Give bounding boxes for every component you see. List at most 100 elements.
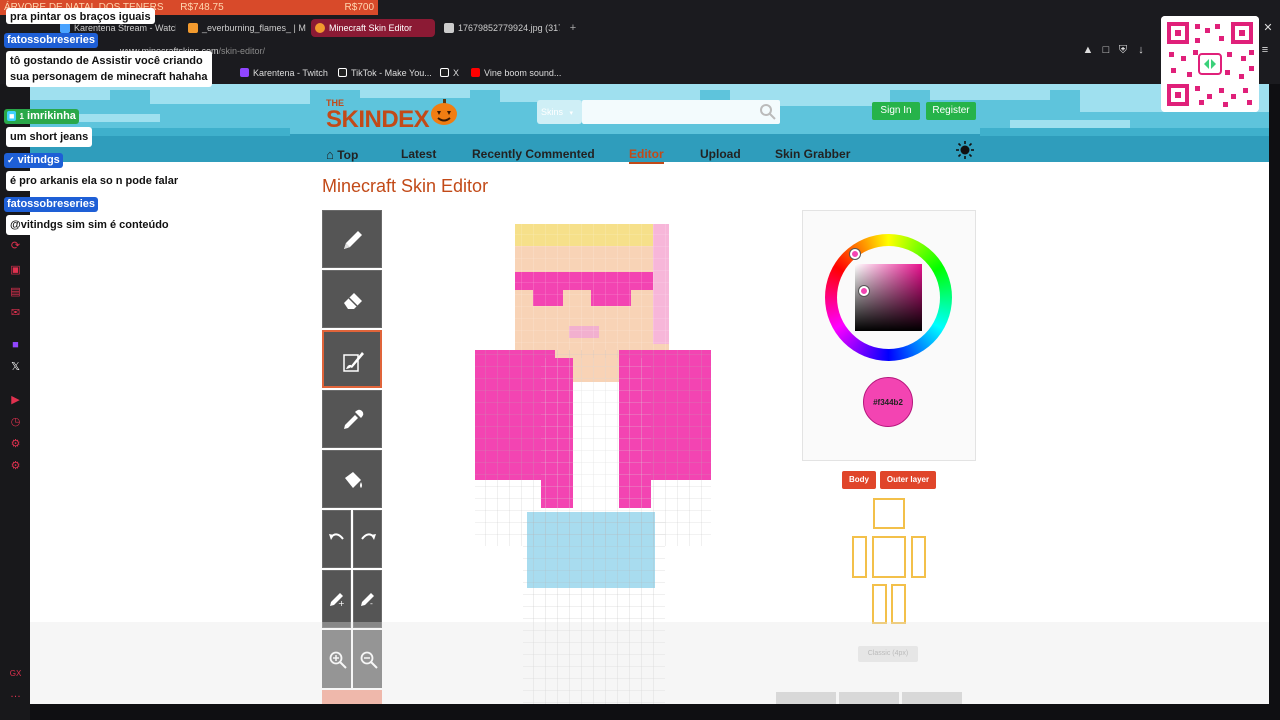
zoom-in-button[interactable] bbox=[322, 630, 351, 688]
verified-badge-icon: ✓ bbox=[7, 155, 15, 165]
redo-button[interactable] bbox=[353, 510, 382, 568]
body-part-torso[interactable] bbox=[872, 536, 906, 578]
chat-username: fatossobreseries bbox=[4, 197, 99, 212]
current-color-swatch[interactable]: #f344b2 bbox=[863, 377, 913, 427]
nav-label: Top bbox=[337, 148, 359, 162]
bookmark-x[interactable]: X bbox=[440, 66, 459, 80]
eyedropper-tool-button[interactable] bbox=[322, 390, 382, 448]
sidebar-mail-icon[interactable]: ✉ bbox=[9, 307, 22, 320]
bookmark-tiktok[interactable]: TikTok - Make You... bbox=[338, 66, 432, 80]
bottom-tool-button-2[interactable] bbox=[839, 692, 899, 704]
theme-toggle-sun-icon[interactable] bbox=[956, 141, 974, 159]
pencil-tool-button[interactable] bbox=[322, 210, 382, 268]
search-icon[interactable] bbox=[759, 103, 777, 121]
qr-code bbox=[1161, 16, 1259, 112]
chat-username-row: ✓ vitindgs bbox=[4, 153, 63, 168]
redo-icon bbox=[361, 533, 376, 540]
saturation-value-square[interactable] bbox=[855, 264, 922, 331]
chat-username: imrikinha bbox=[27, 110, 76, 122]
body-part-left-leg[interactable] bbox=[891, 584, 906, 624]
darken-button[interactable]: - bbox=[353, 570, 382, 628]
lighten-button[interactable]: + bbox=[322, 570, 351, 628]
tab-label: 17679852779924.jpg (317 bbox=[458, 23, 560, 33]
eyedropper-icon bbox=[344, 409, 364, 429]
body-part-right-arm[interactable] bbox=[852, 536, 867, 578]
brush-tool-button[interactable] bbox=[322, 330, 382, 388]
color-picker-panel: #f344b2 bbox=[802, 210, 976, 461]
pencil-icon bbox=[344, 231, 362, 249]
pin-icon[interactable]: ▲ bbox=[1082, 44, 1094, 56]
menu-icon[interactable]: ≡ bbox=[1259, 44, 1271, 56]
model-select[interactable]: Classic (4px) bbox=[858, 646, 918, 662]
skin-3d-preview[interactable] bbox=[473, 222, 713, 704]
hue-handle[interactable] bbox=[850, 249, 860, 259]
zoom-out-button[interactable] bbox=[353, 630, 382, 688]
chat-message-4: @vitindgs sim sim é conteúdo bbox=[6, 215, 173, 235]
sidebar-twitch-icon[interactable]: ■ bbox=[9, 339, 22, 352]
sidebar-refresh-icon[interactable]: ⟳ bbox=[9, 240, 22, 253]
donation-target: R$700 bbox=[344, 2, 374, 13]
eraser-tool-button[interactable] bbox=[322, 270, 382, 328]
save-skin-button[interactable] bbox=[322, 690, 382, 704]
bookmark-vine[interactable]: Vine boom sound... bbox=[471, 66, 561, 80]
sidebar-gx-icon[interactable]: GX bbox=[9, 667, 22, 680]
tab-everburning[interactable]: _everburning_flames_ | M bbox=[184, 19, 306, 37]
nav-recently-commented[interactable]: Recently Commented bbox=[472, 147, 595, 161]
svg-text:+: + bbox=[338, 599, 345, 607]
close-window-icon[interactable]: ✕ bbox=[1262, 22, 1274, 34]
nav-editor[interactable]: Editor bbox=[629, 147, 664, 164]
sidebar-bag-icon[interactable]: ▣ bbox=[9, 264, 22, 277]
tab-skin-editor[interactable]: Minecraft Skin Editor bbox=[311, 19, 435, 37]
chevron-down-icon: ▾ bbox=[569, 110, 574, 117]
svg-text:-: - bbox=[370, 599, 373, 607]
search-category-label: Skins bbox=[541, 107, 564, 117]
bottom-tool-button-1[interactable] bbox=[776, 692, 836, 704]
logo-skindex[interactable]: SKINDEX bbox=[326, 106, 430, 134]
nav-skin-grabber[interactable]: Skin Grabber bbox=[775, 147, 850, 161]
sidebar-play-icon[interactable]: ▶ bbox=[9, 394, 22, 407]
chat-message-2: um short jeans bbox=[6, 127, 93, 147]
twitch-favicon-icon bbox=[60, 23, 70, 33]
outer-layer-button[interactable]: Outer layer bbox=[880, 471, 936, 489]
paint-bucket-tool-button[interactable] bbox=[322, 450, 382, 508]
new-tab-icon[interactable]: + bbox=[567, 22, 579, 34]
sv-handle[interactable] bbox=[859, 286, 869, 296]
nav-upload[interactable]: Upload bbox=[700, 147, 741, 161]
badge-count: 1 bbox=[19, 112, 24, 121]
nav-latest[interactable]: Latest bbox=[401, 147, 436, 161]
search-input[interactable] bbox=[582, 100, 780, 124]
sidebar-more-icon[interactable]: … bbox=[9, 688, 22, 701]
tab-image[interactable]: 17679852779924.jpg (317 bbox=[440, 19, 560, 37]
body-part-head[interactable] bbox=[873, 498, 905, 529]
bottom-tool-button-3[interactable] bbox=[902, 692, 962, 704]
bookmark-label: Karentena - Twitch bbox=[253, 68, 328, 78]
register-button[interactable]: Register bbox=[926, 102, 976, 120]
brush-icon bbox=[343, 352, 364, 372]
page-title: Minecraft Skin Editor bbox=[322, 176, 489, 196]
download-icon[interactable]: ↓ bbox=[1135, 44, 1147, 56]
nav-top[interactable]: ⌂ Top bbox=[326, 147, 358, 162]
crop-icon[interactable]: □ bbox=[1100, 44, 1112, 56]
sidebar-news-icon[interactable]: ▤ bbox=[9, 286, 22, 299]
bucket-icon bbox=[345, 472, 362, 488]
bookmark-label: TikTok - Make You... bbox=[351, 68, 432, 78]
shield-icon[interactable]: ⛨ bbox=[1117, 44, 1129, 56]
sign-in-button[interactable]: Sign In bbox=[872, 102, 920, 120]
body-part-left-arm[interactable] bbox=[911, 536, 926, 578]
chat-message-3: é pro arkanis ela so n pode falar bbox=[6, 171, 183, 191]
undo-button[interactable] bbox=[322, 510, 351, 568]
body-part-right-leg[interactable] bbox=[872, 584, 887, 624]
sidebar-puzzle-icon[interactable]: ⚙ bbox=[9, 438, 22, 451]
sidebar-x-icon[interactable]: 𝕏 bbox=[9, 361, 22, 374]
chat-username-row: ■ 1 imrikinha bbox=[4, 109, 79, 124]
sidebar-clock-icon[interactable]: ◷ bbox=[9, 416, 22, 429]
sidebar-settings-icon[interactable]: ⚙ bbox=[9, 460, 22, 473]
search-category-select[interactable]: Skins ▾ bbox=[537, 100, 582, 124]
file-icon bbox=[444, 23, 454, 33]
body-layer-button[interactable]: Body bbox=[842, 471, 876, 489]
bookmark-karentena[interactable]: Karentena - Twitch bbox=[240, 66, 328, 80]
undo-icon bbox=[329, 533, 344, 540]
tab-label: Karentena Stream - Watch bbox=[74, 23, 176, 33]
tab-label: Minecraft Skin Editor bbox=[329, 23, 413, 33]
bookmark-label: X bbox=[453, 68, 460, 78]
